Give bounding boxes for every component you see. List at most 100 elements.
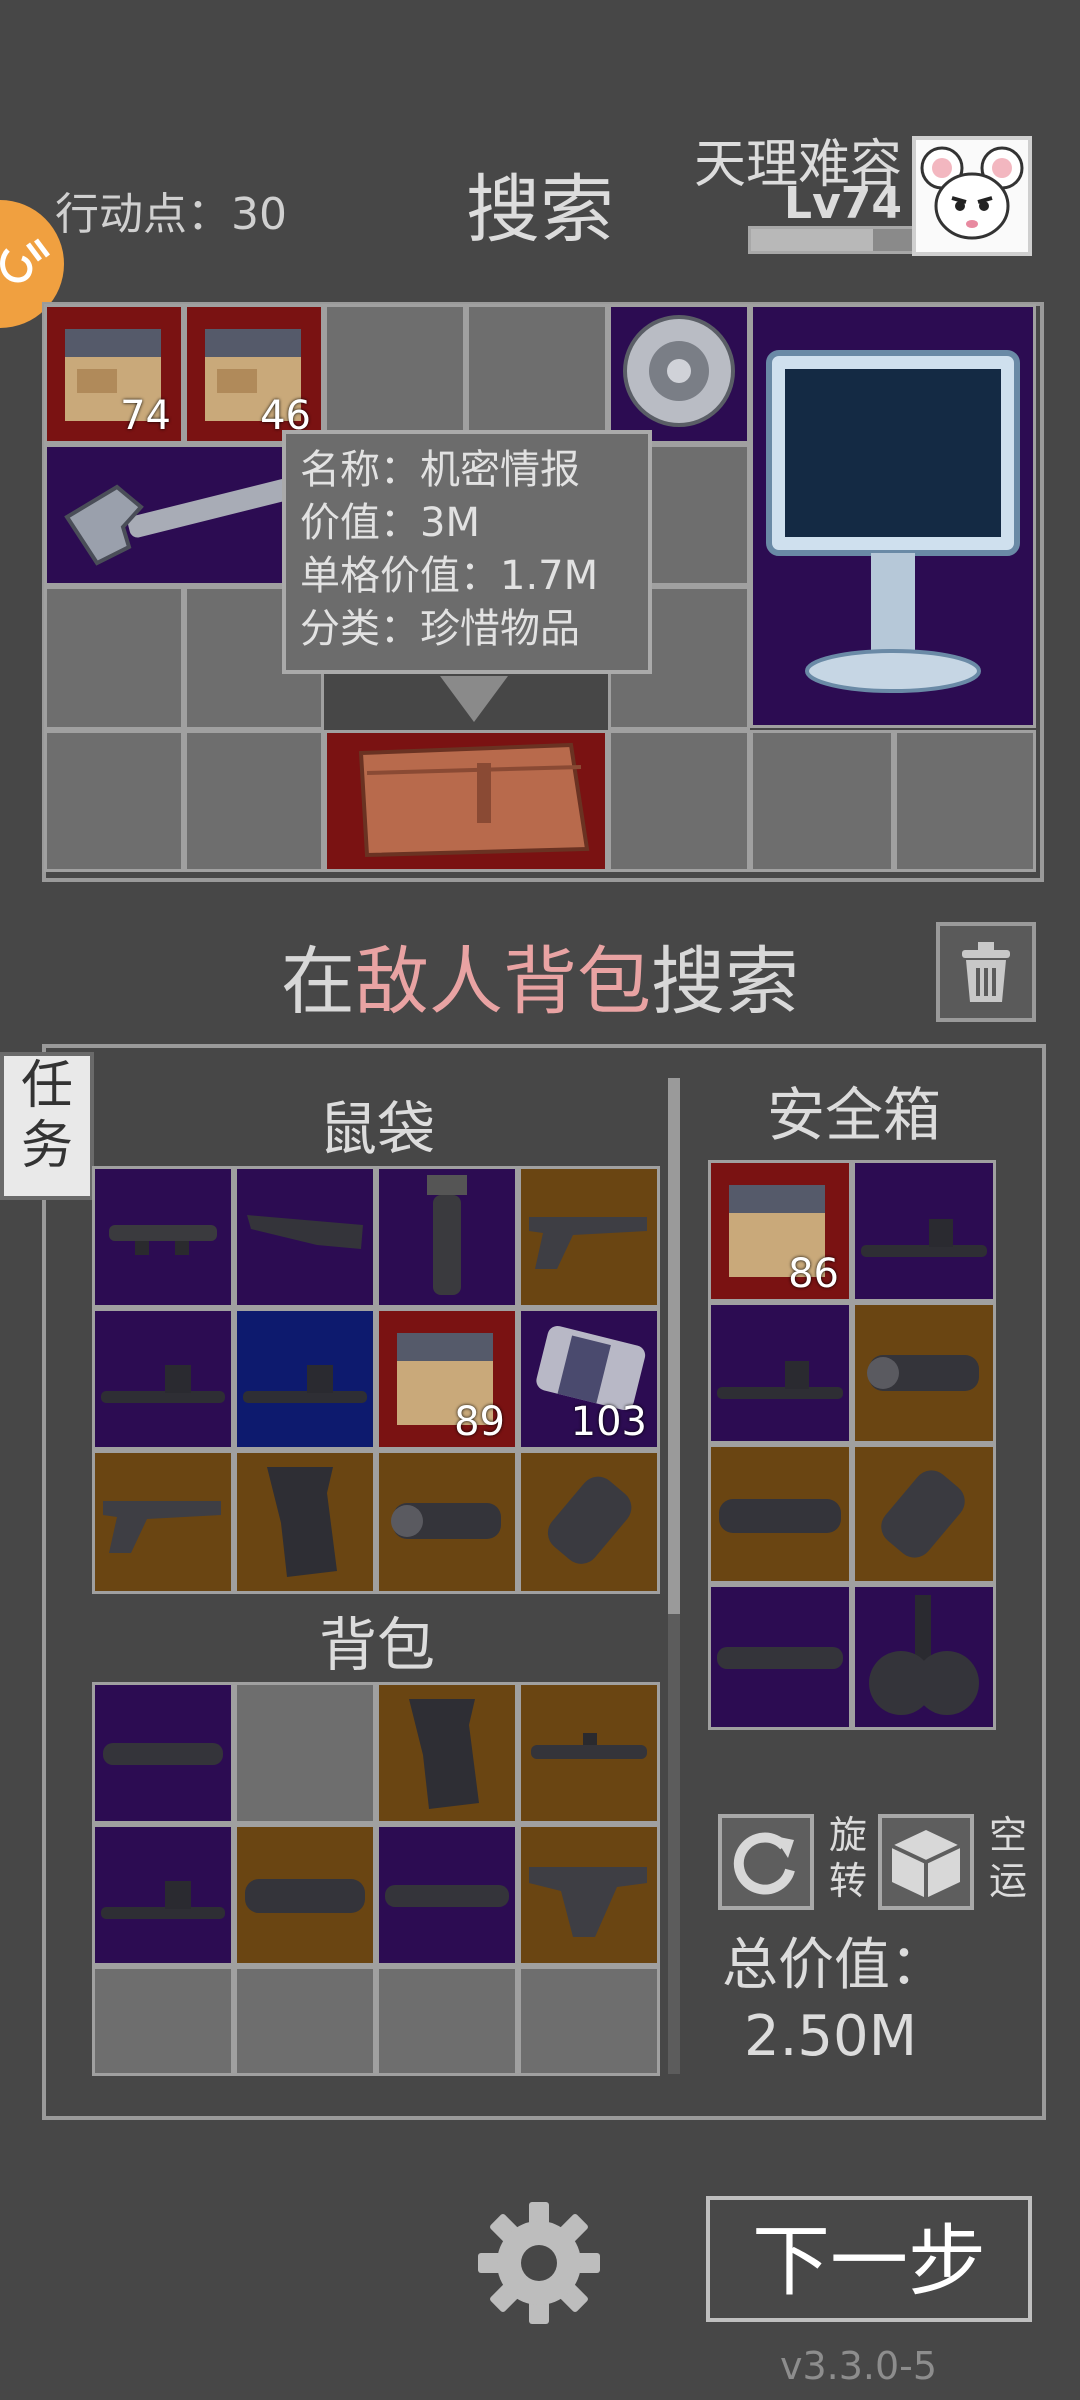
gun-stock-icon [247, 1215, 363, 1249]
loot-cell-intel-box-1[interactable]: 74 [44, 304, 184, 444]
safe-item-launcher-2[interactable] [708, 1302, 852, 1444]
airdrop-label-char-2: 运 [988, 1859, 1027, 1903]
grenade-launcher-icon [243, 1365, 367, 1403]
search-title-highlight: 敌人背包 [355, 939, 651, 1025]
backpack-cell-empty[interactable] [92, 1966, 234, 2076]
action-points: 行动点：30 [55, 189, 287, 240]
rotate-button[interactable] [718, 1814, 814, 1910]
pouch-item-grip[interactable] [376, 1166, 518, 1308]
pouch-label: 鼠袋 [318, 1095, 435, 1163]
tooltip-unit-value: 单格价值：1.7M [300, 553, 599, 599]
loot-cell-empty[interactable] [324, 304, 466, 444]
backpack-cell-empty[interactable] [234, 1966, 376, 2076]
pouch-item-supply-box[interactable]: 89 [376, 1308, 518, 1450]
xp-bar [748, 226, 916, 254]
safe-item-supply-box[interactable]: 86 [708, 1160, 852, 1302]
tactical-light-icon [867, 1355, 979, 1391]
angled-grip-icon [103, 1501, 221, 1553]
task-tab[interactable]: 任 务 [0, 1052, 94, 1200]
backpack-item-launcher[interactable] [92, 1824, 234, 1966]
rotate-icon [733, 1832, 795, 1895]
pouch-item-launcher-2[interactable] [234, 1308, 376, 1450]
pouch-item-angled-grip-2[interactable] [92, 1450, 234, 1594]
safe-item-suppressor-2[interactable] [708, 1584, 852, 1730]
loot-cell-empty[interactable] [608, 730, 750, 872]
version-label: v3.3.0-5 [780, 2344, 938, 2388]
tooltip-category: 分类：珍惜物品 [300, 606, 580, 652]
inventory-scroll-track [668, 1614, 680, 2074]
rotate-label-char-1: 旋 [828, 1813, 867, 1857]
safe-item-drum-mag[interactable] [852, 1584, 996, 1730]
pouch-item-flashlight[interactable] [376, 1450, 518, 1594]
safe-item-launcher[interactable] [852, 1160, 996, 1302]
loot-cell-empty[interactable] [44, 730, 184, 872]
backpack-item-scope[interactable] [518, 1682, 660, 1824]
safe-item-muzzle[interactable] [852, 1444, 996, 1584]
hard-disk-icon [623, 315, 735, 427]
loot-cell-disc[interactable] [608, 304, 750, 444]
backpack-item-suppressor-2[interactable] [234, 1824, 376, 1966]
pouch-item-angled-grip[interactable] [518, 1166, 660, 1308]
search-title-prefix: 在 [281, 939, 355, 1025]
grenade-launcher-icon [101, 1365, 225, 1403]
loot-cell-empty[interactable] [184, 730, 324, 872]
tooltip-pointer [440, 676, 508, 722]
total-value-label: 总价值： [722, 1933, 946, 1998]
total-value: 2.50M [744, 2004, 918, 2069]
next-step-button[interactable]: 下一步 [706, 2196, 1032, 2322]
airdrop-label-char-1: 空 [988, 1813, 1027, 1857]
backpack-item-angled-grip[interactable] [518, 1824, 660, 1966]
suppressor-icon [385, 1885, 509, 1907]
inventory-scrollbar[interactable] [668, 1078, 680, 1614]
computer-monitor-icon [766, 350, 1020, 693]
safe-item-suppressor[interactable] [708, 1444, 852, 1584]
rifle-scope-icon [109, 1225, 217, 1255]
grenade-launcher-icon [101, 1881, 225, 1919]
loot-cell-empty[interactable] [44, 586, 184, 730]
backpack-item-suppressor[interactable] [92, 1682, 234, 1824]
player-level: Lv74 [784, 178, 902, 229]
backpack-item-suppressor-3[interactable] [376, 1824, 518, 1966]
pipe-wrench-icon [64, 473, 315, 566]
safe-item-flashlight[interactable] [852, 1302, 996, 1444]
loot-cell-confidential-intel[interactable] [324, 730, 608, 872]
document-folder-icon [358, 742, 590, 858]
mouse-avatar-icon [920, 146, 1024, 240]
loot-cell-empty[interactable] [466, 304, 608, 444]
player-avatar[interactable] [912, 136, 1032, 256]
backpack-cell-empty[interactable] [234, 1682, 376, 1824]
item-count: 86 [788, 1251, 839, 1297]
loot-cell-empty[interactable] [894, 730, 1036, 872]
pouch-item-muzzle[interactable] [518, 1450, 660, 1594]
pouch-item-scope[interactable] [92, 1166, 234, 1308]
vertical-grip-icon [427, 1175, 467, 1295]
gear-icon [478, 2202, 600, 2324]
backpack-cell-empty[interactable] [376, 1966, 518, 2076]
airdrop-button[interactable] [878, 1814, 974, 1910]
item-count: 103 [570, 1399, 647, 1445]
package-icon [891, 1830, 961, 1898]
angled-grip-icon [529, 1217, 647, 1269]
backpack-item-pistol-grip[interactable] [376, 1682, 518, 1824]
loot-cell-intel-box-2[interactable]: 46 [184, 304, 324, 444]
pouch-item-ammo[interactable]: 103 [518, 1308, 660, 1450]
pistol-grip-icon [267, 1467, 337, 1577]
search-title-suffix: 搜索 [651, 939, 799, 1025]
task-tab-char-2: 务 [20, 1116, 73, 1176]
pouch-item-stock[interactable] [234, 1166, 376, 1308]
airdrop-label: 空 运 [988, 1812, 1028, 1904]
tooltip-name: 名称：机密情报 [300, 447, 580, 493]
drum-magazine-icon [869, 1595, 979, 1715]
discard-button[interactable] [936, 922, 1036, 1022]
angled-grip-icon [529, 1867, 647, 1937]
loot-cell-empty[interactable] [750, 730, 894, 872]
loot-cell-monitor[interactable] [750, 304, 1036, 728]
settings-button[interactable] [472, 2196, 606, 2330]
pouch-item-launcher[interactable] [92, 1308, 234, 1450]
item-count: 74 [120, 393, 171, 439]
suppressor-icon [103, 1743, 223, 1765]
pouch-item-pistol-grip[interactable] [234, 1450, 376, 1594]
pistol-grip-icon [409, 1699, 479, 1809]
backpack-cell-empty[interactable] [518, 1966, 660, 2076]
muzzle-brake-icon [547, 1476, 632, 1564]
